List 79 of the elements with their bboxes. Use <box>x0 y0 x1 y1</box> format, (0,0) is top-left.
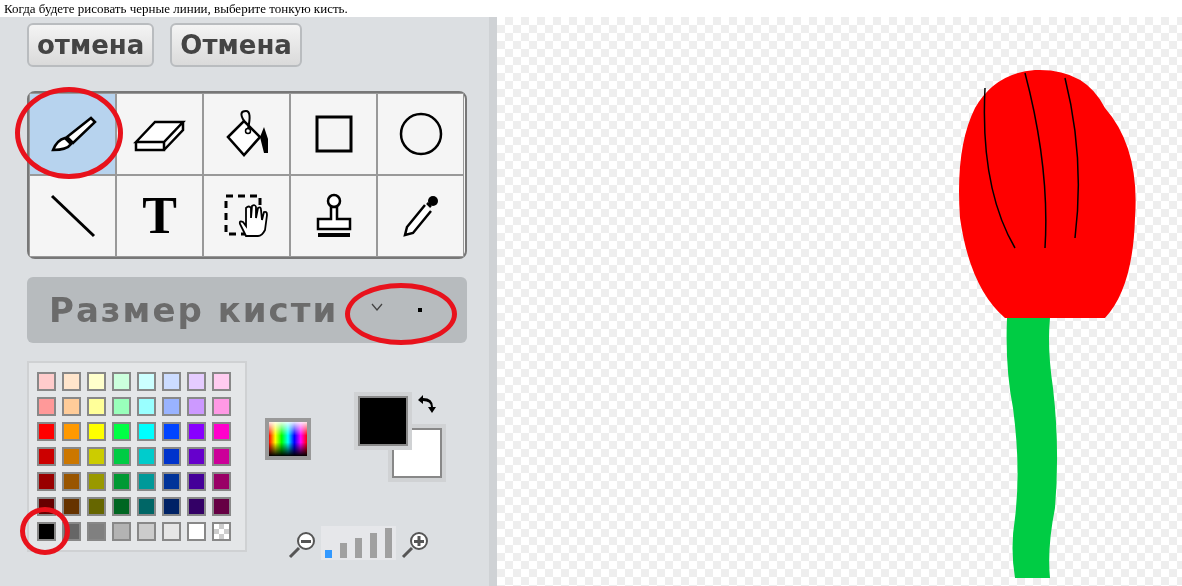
color-swatch[interactable] <box>37 472 56 491</box>
color-swatch[interactable] <box>112 422 131 441</box>
color-swatch[interactable] <box>212 447 231 466</box>
tool-button[interactable] <box>116 93 203 175</box>
color-swatch[interactable] <box>187 422 206 441</box>
color-swatch[interactable] <box>162 397 181 416</box>
caret-icon <box>371 303 383 311</box>
color-swatch[interactable] <box>212 397 231 416</box>
color-swatch[interactable] <box>187 472 206 491</box>
color-swatch[interactable] <box>187 397 206 416</box>
tool-button[interactable] <box>290 175 377 257</box>
cancel-button[interactable]: Отмена <box>170 23 302 67</box>
color-swatch[interactable] <box>62 447 81 466</box>
tool-button[interactable] <box>29 93 116 175</box>
color-swatch[interactable] <box>87 447 106 466</box>
tool-button[interactable] <box>377 93 464 175</box>
instruction-text: Когда будете рисовать черные линии, выберите тонкую кисть. <box>3 0 349 17</box>
color-picker-button[interactable] <box>265 418 311 460</box>
color-swatch[interactable] <box>62 372 81 391</box>
color-swatch[interactable] <box>137 497 156 516</box>
color-swatch[interactable] <box>112 522 131 541</box>
circle-icon <box>398 112 443 156</box>
color-swatch[interactable] <box>162 497 181 516</box>
cancel-button[interactable]: отмена <box>27 23 155 67</box>
color-swatch[interactable] <box>87 397 106 416</box>
tool-button[interactable] <box>203 93 290 175</box>
color-swatch[interactable] <box>37 422 56 441</box>
text-tool-glyph: T <box>142 190 177 242</box>
color-swatch[interactable] <box>162 422 181 441</box>
color-swatch[interactable] <box>112 472 131 491</box>
color-swatch[interactable] <box>137 472 156 491</box>
color-swatch[interactable] <box>187 497 206 516</box>
drawing-canvas[interactable] <box>497 17 1182 586</box>
tool-button[interactable] <box>29 175 116 257</box>
tool-button[interactable] <box>290 93 377 175</box>
color-swatch[interactable] <box>187 447 206 466</box>
color-swatch[interactable] <box>137 447 156 466</box>
color-swatch[interactable] <box>87 422 106 441</box>
color-swatch[interactable] <box>212 497 231 516</box>
color-swatch[interactable] <box>137 397 156 416</box>
color-swatch[interactable] <box>162 372 181 391</box>
tool-button[interactable] <box>203 175 290 257</box>
color-swatch[interactable] <box>212 472 231 491</box>
color-swatch[interactable] <box>112 397 131 416</box>
color-swatch[interactable] <box>137 422 156 441</box>
square-icon <box>313 114 354 154</box>
selection-hand-icon <box>223 194 270 238</box>
color-swatch[interactable] <box>162 472 181 491</box>
zoom-out-icon[interactable] <box>287 530 317 560</box>
color-swatch[interactable] <box>212 422 231 441</box>
color-swatch[interactable] <box>137 522 156 541</box>
color-swatch[interactable] <box>112 447 131 466</box>
color-swatch[interactable] <box>37 372 56 391</box>
eyedropper-icon <box>400 193 441 239</box>
color-swatch[interactable] <box>87 372 106 391</box>
color-swatch[interactable] <box>62 497 81 516</box>
color-swatch[interactable] <box>87 497 106 516</box>
color-swatch[interactable] <box>87 522 106 541</box>
color-swatch[interactable] <box>37 447 56 466</box>
color-swatch[interactable] <box>87 472 106 491</box>
color-swatch[interactable] <box>37 397 56 416</box>
brush-size-label: Размер кисти <box>49 288 339 332</box>
color-swatch[interactable] <box>112 372 131 391</box>
color-swatch[interactable] <box>162 447 181 466</box>
line-icon <box>49 194 96 238</box>
color-swatch[interactable] <box>37 522 56 541</box>
color-swatch[interactable] <box>162 522 181 541</box>
color-swatch[interactable] <box>112 497 131 516</box>
color-swatch[interactable] <box>62 422 81 441</box>
color-swatch[interactable] <box>62 472 81 491</box>
transparent-swatch[interactable] <box>212 522 231 541</box>
color-swatch[interactable] <box>187 522 206 541</box>
color-swatch[interactable] <box>137 372 156 391</box>
color-swatch[interactable] <box>187 372 206 391</box>
zoom-in-icon[interactable] <box>400 530 430 560</box>
tool-button[interactable] <box>377 175 464 257</box>
tool-button[interactable]: T <box>116 175 203 257</box>
color-swatch[interactable] <box>212 372 231 391</box>
color-swatch[interactable] <box>62 397 81 416</box>
